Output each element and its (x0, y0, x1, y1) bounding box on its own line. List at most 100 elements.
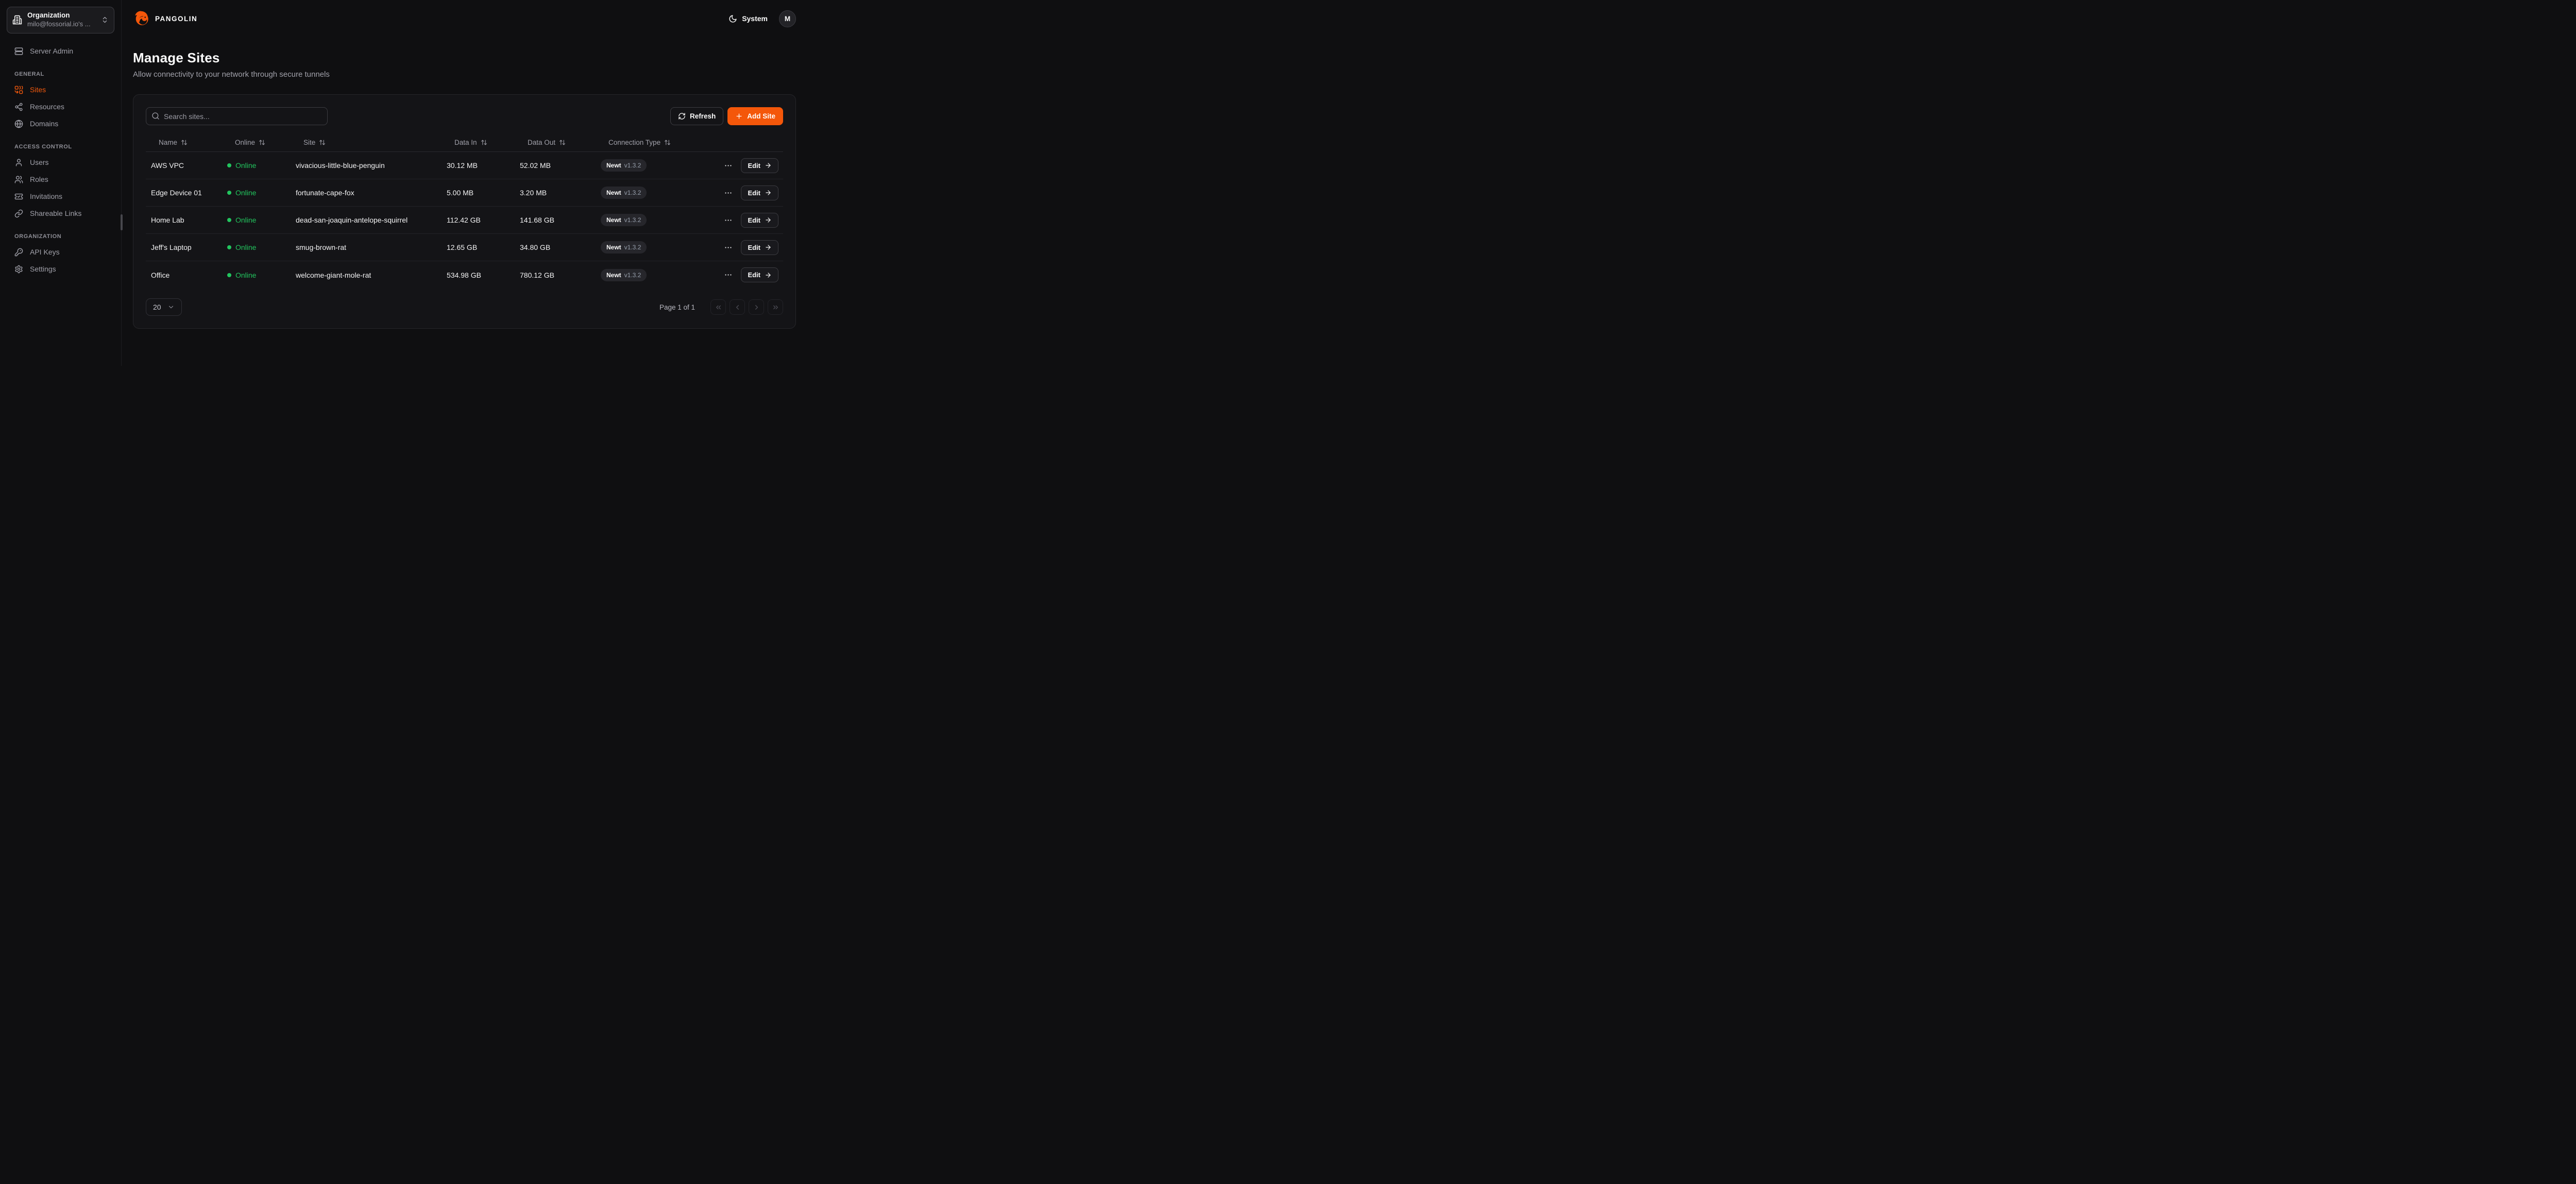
sidebar-item-label: Resources (30, 103, 64, 111)
resources-icon (14, 103, 23, 111)
cell-name: Home Lab (146, 216, 222, 224)
row-menu-button[interactable] (724, 270, 733, 279)
sidebar-item-domains[interactable]: Domains (7, 115, 114, 132)
ticket-check-icon (14, 192, 23, 201)
page-size-select[interactable]: 20 (146, 298, 182, 316)
brand-name: PANGOLIN (155, 15, 197, 23)
sites-toolbar: Refresh Add Site (146, 107, 783, 125)
cell-name: Jeff's Laptop (146, 243, 222, 251)
refresh-button[interactable]: Refresh (670, 107, 723, 125)
search-box (146, 107, 328, 125)
sidebar-item-label: Shareable Links (30, 209, 81, 217)
add-site-button[interactable]: Add Site (727, 107, 783, 125)
prev-page-button[interactable] (730, 299, 745, 315)
last-page-button[interactable] (768, 299, 783, 315)
column-header-name[interactable]: Name (146, 139, 222, 146)
theme-toggle-label: System (742, 14, 768, 23)
sidebar-item-roles[interactable]: Roles (7, 171, 114, 188)
column-header-connection-type[interactable]: Connection Type (596, 139, 716, 146)
sidebar-item-settings[interactable]: Settings (7, 261, 114, 278)
cell-site: smug-brown-rat (291, 243, 442, 251)
sidebar-resize-handle[interactable] (121, 214, 123, 230)
section-label-access-control: ACCESS CONTROL (14, 144, 114, 150)
cell-data-in: 112.42 GB (442, 216, 515, 224)
cell-site: welcome-giant-mole-rat (291, 271, 442, 279)
sort-icon (319, 139, 326, 146)
sidebar-item-sites[interactable]: Sites (7, 81, 114, 98)
page-size-value: 20 (153, 303, 161, 311)
cell-data-in: 12.65 GB (442, 243, 515, 251)
ellipsis-icon (724, 189, 733, 197)
sort-icon (481, 139, 487, 146)
server-icon (14, 47, 23, 56)
online-dot (227, 163, 231, 167)
sidebar-item-server-admin[interactable]: Server Admin (7, 43, 114, 60)
ellipsis-icon (724, 216, 733, 225)
table-header-row: Name Online Site Data In (146, 133, 783, 152)
chevron-left-icon (734, 303, 741, 311)
online-dot (227, 218, 231, 222)
avatar-initial: M (785, 15, 790, 23)
cell-data-out: 141.68 GB (515, 216, 596, 224)
edit-button[interactable]: Edit (741, 158, 778, 173)
cell-site: vivacious-little-blue-penguin (291, 161, 442, 170)
page-info: Page 1 of 1 (659, 303, 695, 311)
row-menu-button[interactable] (724, 216, 733, 225)
page-content: Manage Sites Allow connectivity to your … (122, 37, 808, 329)
ellipsis-icon (724, 270, 733, 279)
gear-icon (14, 265, 23, 274)
table-row: Edge Device 01 Online fortunate-cape-fox… (146, 179, 783, 207)
page-title: Manage Sites (133, 50, 796, 66)
org-picker[interactable]: Organization milo@fossorial.io's ... (7, 7, 114, 33)
sidebar-item-users[interactable]: Users (7, 154, 114, 171)
arrow-right-icon (765, 189, 772, 196)
column-header-data-in[interactable]: Data In (442, 139, 515, 146)
column-header-site[interactable]: Site (291, 139, 442, 146)
row-menu-button[interactable] (724, 243, 733, 252)
arrow-right-icon (765, 216, 772, 224)
arrow-right-icon (765, 272, 772, 279)
first-page-button[interactable] (710, 299, 726, 315)
next-page-button[interactable] (749, 299, 764, 315)
moon-icon (728, 14, 737, 23)
sidebar-item-shareable-links[interactable]: Shareable Links (7, 205, 114, 222)
edit-button[interactable]: Edit (741, 213, 778, 228)
column-header-data-out[interactable]: Data Out (515, 139, 596, 146)
plus-icon (735, 112, 743, 120)
cell-data-out: 3.20 MB (515, 189, 596, 197)
edit-button[interactable]: Edit (741, 240, 778, 255)
sidebar-item-resources[interactable]: Resources (7, 98, 114, 115)
row-menu-button[interactable] (724, 189, 733, 197)
online-dot (227, 273, 231, 277)
section-label-general: GENERAL (14, 71, 114, 77)
app-root: Organization milo@fossorial.io's ... Ser… (0, 0, 808, 366)
sort-icon (559, 139, 566, 146)
avatar[interactable]: M (779, 10, 796, 27)
cell-status: Online (222, 161, 291, 170)
edit-button[interactable]: Edit (741, 185, 778, 200)
cell-data-out: 34.80 GB (515, 243, 596, 251)
edit-button[interactable]: Edit (741, 267, 778, 282)
sort-icon (181, 139, 188, 146)
sidebar-item-api-keys[interactable]: API Keys (7, 244, 114, 261)
search-input[interactable] (146, 107, 328, 125)
sidebar-item-invitations[interactable]: Invitations (7, 188, 114, 205)
column-header-online[interactable]: Online (222, 139, 291, 146)
topbar: PANGOLIN System M (122, 0, 808, 37)
sidebar-nav: Server Admin GENERAL Sites Resources Dom (7, 43, 114, 278)
cell-data-in: 5.00 MB (442, 189, 515, 197)
sidebar-item-label: API Keys (30, 248, 60, 256)
theme-toggle-button[interactable]: System (728, 14, 768, 23)
chevron-down-icon (167, 303, 175, 311)
row-menu-button[interactable] (724, 161, 733, 170)
user-icon (14, 158, 23, 167)
pangolin-logo: PANGOLIN (133, 10, 197, 27)
chevrons-left-icon (715, 303, 722, 311)
add-site-label: Add Site (747, 112, 775, 120)
pager (710, 299, 783, 315)
link-icon (14, 209, 23, 218)
sidebar-item-label: Settings (30, 265, 56, 273)
table-row: Home Lab Online dead-san-joaquin-antelop… (146, 207, 783, 234)
sidebar-item-label: Domains (30, 120, 58, 128)
arrow-right-icon (765, 244, 772, 251)
